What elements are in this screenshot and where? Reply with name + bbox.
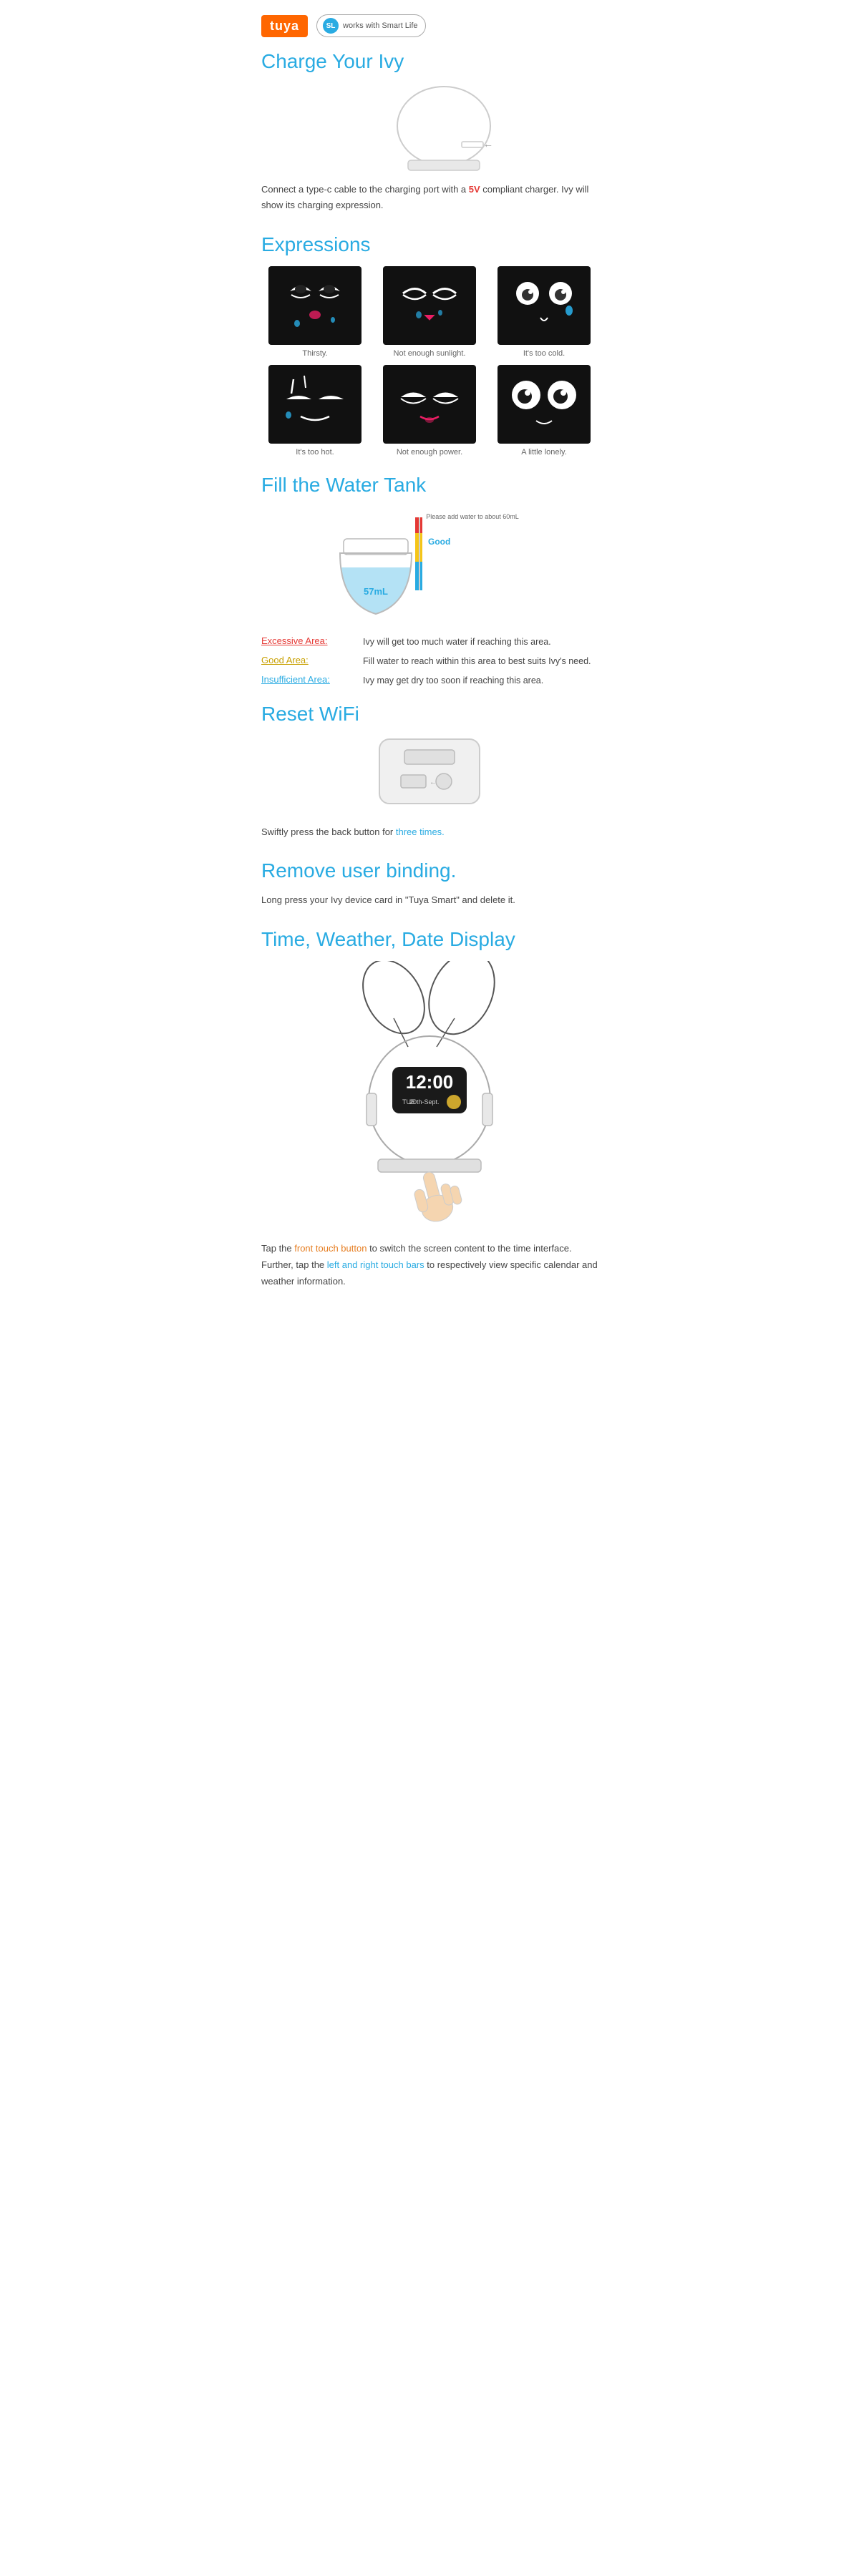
expression-hot: It's too hot. xyxy=(261,365,369,457)
expressions-title: Expressions xyxy=(261,233,598,256)
touch-bars-highlight: left and right touch bars xyxy=(327,1259,424,1270)
legend-excessive-label: Excessive Area: xyxy=(261,635,354,646)
svg-text:←: ← xyxy=(430,779,437,786)
tank-svg: 57mL xyxy=(329,510,422,621)
charge-description: Connect a type-c cable to the charging p… xyxy=(261,182,598,213)
svg-text:20th-Sept.: 20th-Sept. xyxy=(409,1098,440,1106)
remove-binding-title: Remove user binding. xyxy=(261,859,598,882)
face-lonely xyxy=(498,365,591,444)
charge-title: Charge Your Ivy xyxy=(261,50,598,73)
legend-good-label: Good Area: xyxy=(261,655,354,665)
twd-svg: 12:00 TUE 20th-Sept. xyxy=(329,961,530,1226)
face-power-label: Not enough power. xyxy=(397,448,462,457)
expression-sunlight: Not enough sunlight. xyxy=(376,266,483,358)
face-hot xyxy=(268,365,361,444)
reset-wifi-title: Reset WiFi xyxy=(261,703,598,726)
tuya-logo: tuya xyxy=(261,15,308,37)
charge-svg: ← xyxy=(372,83,515,176)
expression-thirsty: Thirsty. xyxy=(261,266,369,358)
legend-insufficient-text: Ivy may get dry too soon if reaching thi… xyxy=(363,674,543,688)
face-thirsty xyxy=(268,266,361,345)
tank-good: Good xyxy=(428,537,450,547)
smart-life-icon: SL xyxy=(323,18,339,34)
legend-good-text: Fill water to reach within this area to … xyxy=(363,655,591,668)
water-legend: Excessive Area: Ivy will get too much wa… xyxy=(261,635,598,687)
expression-lonely: A little lonely. xyxy=(490,365,598,457)
remove-binding-text: Long press your Ivy device card in "Tuya… xyxy=(261,892,598,908)
legend-insufficient-label: Insufficient Area: xyxy=(261,674,354,685)
svg-text:←: ← xyxy=(483,138,493,150)
twd-illustration: 12:00 TUE 20th-Sept. xyxy=(261,961,598,1226)
expression-cold: It's too cold. xyxy=(490,266,598,358)
reset-wifi-svg: ← xyxy=(358,736,501,814)
charge-illustration: ← xyxy=(261,83,598,169)
svg-text:57mL: 57mL xyxy=(364,586,388,597)
face-thirsty-label: Thirsty. xyxy=(302,349,327,358)
face-hot-label: It's too hot. xyxy=(296,448,334,457)
water-tank-illustration: Please add water to about 60mL Good 57mL xyxy=(261,507,598,621)
reset-wifi-illustration: ← xyxy=(261,736,598,814)
legend-insufficient: Insufficient Area: Ivy may get dry too s… xyxy=(261,674,598,688)
front-touch-highlight: front touch button xyxy=(294,1243,367,1254)
face-sunlight-label: Not enough sunlight. xyxy=(394,349,466,358)
ivy-device-image: ← xyxy=(372,83,487,169)
face-cold xyxy=(498,266,591,345)
smart-life-badge: SL works with Smart Life xyxy=(316,14,426,37)
tank-instruction: Please add water to about 60mL xyxy=(426,512,519,522)
expressions-grid: Thirsty. Not enough sunlight. xyxy=(261,266,598,457)
water-tank-title: Fill the Water Tank xyxy=(261,474,598,497)
twd-description: Tap the front touch button to switch the… xyxy=(261,1240,598,1290)
reset-highlight: three times. xyxy=(396,826,445,837)
header-logos: tuya SL works with Smart Life xyxy=(261,14,598,37)
smart-life-label: works with Smart Life xyxy=(343,21,418,30)
face-sunlight xyxy=(383,266,476,345)
legend-excessive-text: Ivy will get too much water if reaching … xyxy=(363,635,551,649)
face-power xyxy=(383,365,476,444)
legend-good: Good Area: Fill water to reach within th… xyxy=(261,655,598,668)
twd-title: Time, Weather, Date Display xyxy=(261,928,598,951)
expression-power: Not enough power. xyxy=(376,365,483,457)
legend-excessive: Excessive Area: Ivy will get too much wa… xyxy=(261,635,598,649)
svg-text:12:00: 12:00 xyxy=(406,1071,454,1093)
reset-text: Swiftly press the back button for three … xyxy=(261,824,598,840)
face-lonely-label: A little lonely. xyxy=(521,448,566,457)
face-cold-label: It's too cold. xyxy=(523,349,565,358)
